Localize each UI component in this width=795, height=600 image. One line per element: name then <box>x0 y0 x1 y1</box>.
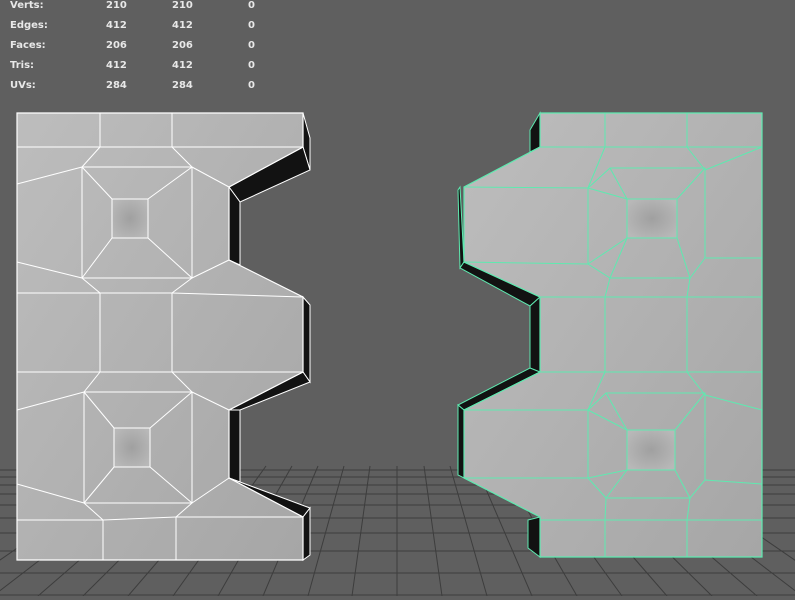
hud-value: 0 <box>248 20 255 31</box>
hud-row-verts: Verts: 210 210 0 <box>10 0 270 16</box>
mesh-right[interactable] <box>457 111 763 558</box>
hud-label: UVs: <box>10 80 36 91</box>
hud-row-edges: Edges: 412 412 0 <box>10 16 270 36</box>
hud-label: Verts: <box>10 0 44 11</box>
hud-label: Faces: <box>10 40 46 51</box>
poly-count-hud: Verts: 210 210 0 Edges: 412 412 0 Faces:… <box>10 0 270 96</box>
hud-value: 412 <box>106 60 127 71</box>
mesh-right-recess-bottom <box>627 430 675 470</box>
hud-value: 284 <box>172 80 193 91</box>
hud-value: 210 <box>106 0 127 11</box>
hud-row-faces: Faces: 206 206 0 <box>10 36 270 56</box>
hud-value: 284 <box>106 80 127 91</box>
hud-value: 0 <box>248 40 255 51</box>
hud-value: 206 <box>106 40 127 51</box>
mesh-right-recess-top <box>627 199 677 238</box>
hud-value: 412 <box>172 20 193 31</box>
hud-row-tris: Tris: 412 412 0 <box>10 56 270 76</box>
hud-label: Edges: <box>10 20 48 31</box>
mesh-left-recess-top <box>112 199 148 238</box>
mesh-left-recess-bottom <box>114 428 150 467</box>
hud-value: 206 <box>172 40 193 51</box>
hud-value: 0 <box>248 80 255 91</box>
hud-label: Tris: <box>10 60 35 71</box>
hud-value: 412 <box>172 60 193 71</box>
hud-value: 0 <box>248 0 255 11</box>
hud-value: 0 <box>248 60 255 71</box>
mesh-right-face <box>463 112 763 558</box>
mesh-left[interactable] <box>16 112 311 561</box>
viewport-3d[interactable]: Verts: 210 210 0 Edges: 412 412 0 Faces:… <box>0 0 795 597</box>
hud-value: 210 <box>172 0 193 11</box>
hud-row-uvs: UVs: 284 284 0 <box>10 76 270 96</box>
hud-value: 412 <box>106 20 127 31</box>
